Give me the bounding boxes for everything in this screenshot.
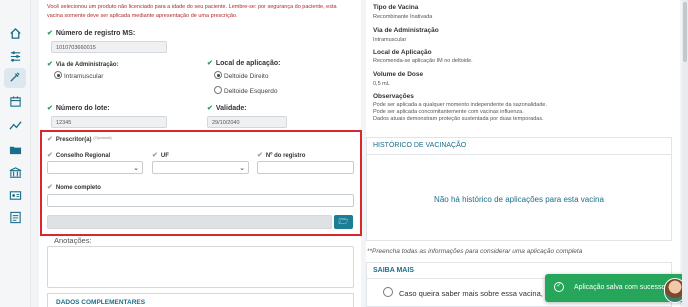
badge-icon[interactable]	[9, 189, 22, 202]
lote-label: ✔ Número do lote:	[47, 105, 110, 112]
check-icon: ✔	[47, 30, 53, 37]
registro-label: ✔ Número de registro MS:	[47, 30, 136, 37]
obs-value-2: Pode ser aplicada concomitantemente com …	[373, 109, 524, 115]
chart-icon[interactable]	[9, 119, 22, 132]
info-circle-icon	[383, 287, 393, 297]
check-icon: ✔	[207, 60, 213, 67]
local-label: ✔ Local de aplicação:	[207, 60, 281, 67]
validade-field[interactable]: 29/10/2040	[207, 116, 287, 128]
via-heading: Via de Administração	[373, 27, 439, 34]
prescritor-highlight	[40, 130, 362, 236]
local-radio-direito[interactable]: Deltoide Direito	[214, 71, 268, 80]
historico-empty-message: Não há histórico de aplicações para esta…	[434, 195, 604, 204]
historico-title: HISTÓRICO DE VACINAÇÃO	[373, 142, 467, 149]
dose-value: 0,5 mL	[373, 81, 390, 87]
sliders-icon[interactable]	[9, 50, 22, 63]
local-value: Recomenda-se aplicação IM no deltoide.	[373, 58, 473, 64]
local-radio-esquerdo[interactable]: Deltoide Esquerdo	[214, 86, 277, 95]
lote-field[interactable]: 12345	[51, 116, 167, 128]
anotacoes-label: Anotações:	[54, 236, 92, 245]
saiba-mais-text[interactable]: Caso queira saber mais sobre essa vacina…	[399, 289, 569, 298]
radio-dot	[214, 71, 222, 79]
via-radio-intramuscular[interactable]: Intramuscular	[54, 71, 103, 80]
calendar-icon[interactable]	[9, 95, 22, 108]
anotacoes-textarea[interactable]	[47, 246, 354, 288]
scrollbar-thumb[interactable]	[683, 2, 687, 62]
obs-value-3: Dados atuais demonstram proteção sustent…	[373, 116, 544, 122]
scrollbar[interactable]	[682, 0, 688, 307]
saiba-mais-title: SAIBA MAIS	[373, 267, 414, 274]
building-icon[interactable]	[9, 166, 22, 179]
check-circle-icon: ✓	[554, 282, 564, 292]
tipo-heading: Tipo de Vacina	[373, 4, 419, 11]
check-icon: ✔	[207, 105, 213, 112]
via-label: ✔ Via de Administração:	[47, 61, 119, 68]
obs-value-1: Pode ser aplicada a qualquer momento ind…	[373, 102, 547, 108]
validade-label: ✔ Validade:	[207, 105, 247, 112]
completion-note: **Preencha todas as informações para con…	[367, 248, 583, 255]
vaccine-icon[interactable]	[4, 68, 26, 88]
license-warning: Você selecionou um produto não licenciad…	[47, 4, 337, 19]
registro-field[interactable]: 1010703660015	[51, 41, 167, 53]
divider	[366, 154, 672, 155]
sidebar	[0, 0, 31, 307]
tipo-value: Recombinante Inativada	[373, 14, 433, 20]
report-icon[interactable]	[9, 211, 22, 224]
home-icon[interactable]	[9, 27, 22, 40]
toast-message: Aplicação salva com sucesso	[574, 284, 666, 291]
dose-heading: Volume de Dose	[373, 71, 424, 78]
dados-complementares-header[interactable]: DADOS COMPLEMENTARES	[47, 293, 354, 307]
radio-dot	[54, 71, 62, 79]
historico-box	[366, 137, 672, 241]
check-icon: ✔	[47, 61, 53, 68]
local-heading: Local de Aplicação	[373, 49, 432, 56]
folder-icon[interactable]	[9, 143, 22, 156]
check-icon: ✔	[47, 105, 53, 112]
via-value: Intramuscular	[373, 37, 407, 43]
radio-dot	[214, 86, 222, 94]
obs-heading: Observações	[373, 93, 414, 100]
